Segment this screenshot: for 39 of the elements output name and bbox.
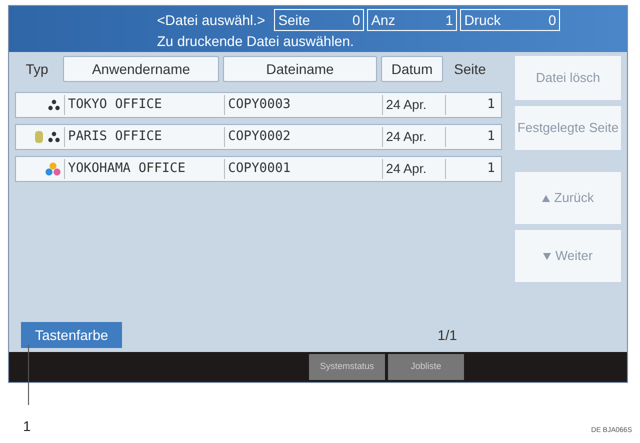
key-color-button[interactable]: Tastenfarbe [21, 322, 122, 348]
page-count-cell-text: 1 [486, 96, 496, 114]
counter-value: 1 [445, 11, 454, 30]
up-triangle-icon [542, 194, 550, 202]
toner-dots-icon [47, 99, 61, 111]
system-button[interactable]: Jobliste [388, 354, 464, 380]
user-name-cell: TOKYO OFFICE [64, 95, 224, 115]
file-name-cell: COPY0001 [224, 159, 382, 179]
page-indicator: 1/1 [438, 326, 457, 344]
sort-column-button[interactable]: Anwendername [63, 56, 219, 82]
color-dots-icon [45, 162, 61, 176]
counter-label: Seite [278, 11, 310, 30]
instruction-text: Zu druckende Datei auswählen. [157, 32, 355, 51]
file-row[interactable]: TOKYO OFFICE COPY0003 24 Apr. 1 [15, 92, 502, 118]
screen-title: <Datei auswähl.> [157, 11, 266, 30]
leader-line [28, 345, 29, 405]
user-name-cell: PARIS OFFICE [64, 127, 224, 147]
down-triangle-icon [543, 252, 552, 260]
toner-dots-icon [47, 131, 61, 143]
sort-column-button[interactable]: Dateiname [223, 56, 377, 82]
page-count-cell-text: 1 [486, 160, 496, 178]
system-button[interactable]: Systemstatus [309, 354, 385, 380]
file-name-cell: COPY0002 [224, 127, 382, 147]
counter-value: 0 [548, 11, 556, 30]
date-cell: 24 Apr. [382, 159, 446, 179]
file-row[interactable]: PARIS OFFICE COPY0002 24 Apr. 1 [15, 124, 502, 150]
date-cell: 24 Apr. [382, 95, 446, 115]
counter-label: Druck [464, 11, 501, 30]
callout-number: 1 [23, 417, 31, 436]
column-header: Seite [453, 60, 487, 78]
counter-label: Anz [371, 11, 396, 30]
file-row[interactable]: YOKOHAMA OFFICE COPY0001 24 Apr. 1 [15, 156, 502, 182]
date-cell: 24 Apr. [382, 127, 446, 147]
sort-column-button[interactable]: Datum [381, 56, 443, 82]
page-count-cell-text: 1 [486, 128, 496, 146]
column-header: Typ [24, 60, 50, 79]
file-name-cell: COPY0003 [224, 95, 382, 115]
user-name-cell: YOKOHAMA OFFICE [64, 159, 224, 179]
counter-value: 0 [352, 11, 360, 30]
